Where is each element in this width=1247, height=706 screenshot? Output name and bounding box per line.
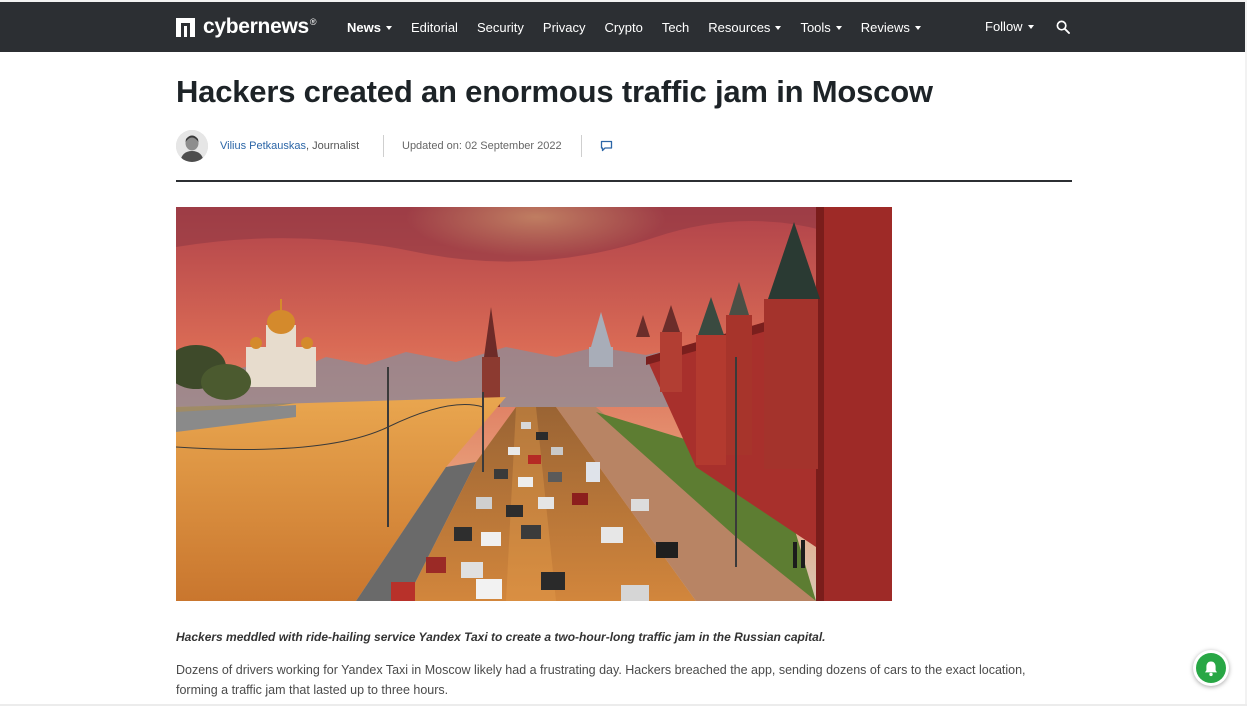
- author-byline: Vilius Petkauskas, Journalist: [220, 140, 359, 152]
- nav-item-label: Resources: [708, 19, 771, 35]
- nav-item-label: Editorial: [410, 19, 458, 35]
- follow-label: Follow: [985, 19, 1023, 34]
- moscow-traffic-illustration: [176, 207, 892, 601]
- author-avatar[interactable]: [176, 130, 208, 162]
- nav-item-resources[interactable]: Resources: [708, 19, 782, 35]
- article-hero-image: [176, 207, 892, 601]
- notification-subscribe-button[interactable]: [1193, 650, 1229, 686]
- nav-item-label: Security: [476, 19, 524, 35]
- logo-registered-mark: ®: [309, 17, 317, 27]
- search-icon[interactable]: [1056, 20, 1070, 34]
- article-body-paragraph: Dozens of drivers working for Yandex Tax…: [176, 663, 1026, 697]
- nav-item-label: Tools: [800, 19, 831, 35]
- nav-item-label: News: [347, 19, 381, 35]
- chevron-down-icon: [385, 25, 392, 30]
- header-rule: [176, 180, 1072, 182]
- nav-item-crypto[interactable]: Crypto: [605, 20, 643, 35]
- article-lede: Hackers meddled with ride-hailing servic…: [176, 630, 826, 644]
- nav-item-label: Tech: [661, 19, 690, 35]
- logo-text: cybernews: [203, 15, 309, 38]
- meta-divider: [581, 135, 582, 157]
- nav-item-tools[interactable]: Tools: [800, 19, 842, 35]
- nav-item-privacy[interactable]: Privacy: [543, 20, 586, 35]
- comment-icon[interactable]: [600, 140, 613, 152]
- logo-mark-icon: [176, 17, 195, 37]
- nav-item-tech[interactable]: Tech: [662, 20, 689, 35]
- chevron-down-icon: [1027, 25, 1034, 29]
- author-portrait-icon: [176, 130, 208, 162]
- bell-icon: [1205, 661, 1217, 676]
- nav-item-label: Privacy: [542, 19, 586, 35]
- updated-date: Updated on: 02 September 2022: [402, 140, 562, 152]
- nav-item-security[interactable]: Security: [477, 20, 524, 35]
- author-role: , Journalist: [306, 140, 360, 152]
- nav-item-reviews[interactable]: Reviews: [861, 20, 921, 35]
- chevron-down-icon: [775, 25, 782, 30]
- top-navbar: cybernews ® News Editorial Security Privacy…: [0, 2, 1245, 52]
- chevron-down-icon: [835, 25, 842, 30]
- nav-item-news[interactable]: News: [347, 20, 392, 35]
- chevron-down-icon: [914, 25, 921, 30]
- article-headline: Hackers created an enormous traffic jam …: [176, 74, 933, 109]
- meta-divider: [383, 135, 384, 157]
- follow-menu-button[interactable]: Follow: [985, 19, 1034, 34]
- nav-item-label: Reviews: [860, 19, 910, 35]
- site-logo[interactable]: cybernews ®: [176, 15, 317, 39]
- author-link[interactable]: Vilius Petkauskas: [220, 140, 306, 152]
- nav-item-label: Crypto: [604, 19, 643, 35]
- nav-item-editorial[interactable]: Editorial: [411, 20, 458, 35]
- main-menu: News Editorial Security Privacy Crypto Tech Re…: [347, 2, 940, 52]
- bell-icon-circle: [1196, 653, 1226, 683]
